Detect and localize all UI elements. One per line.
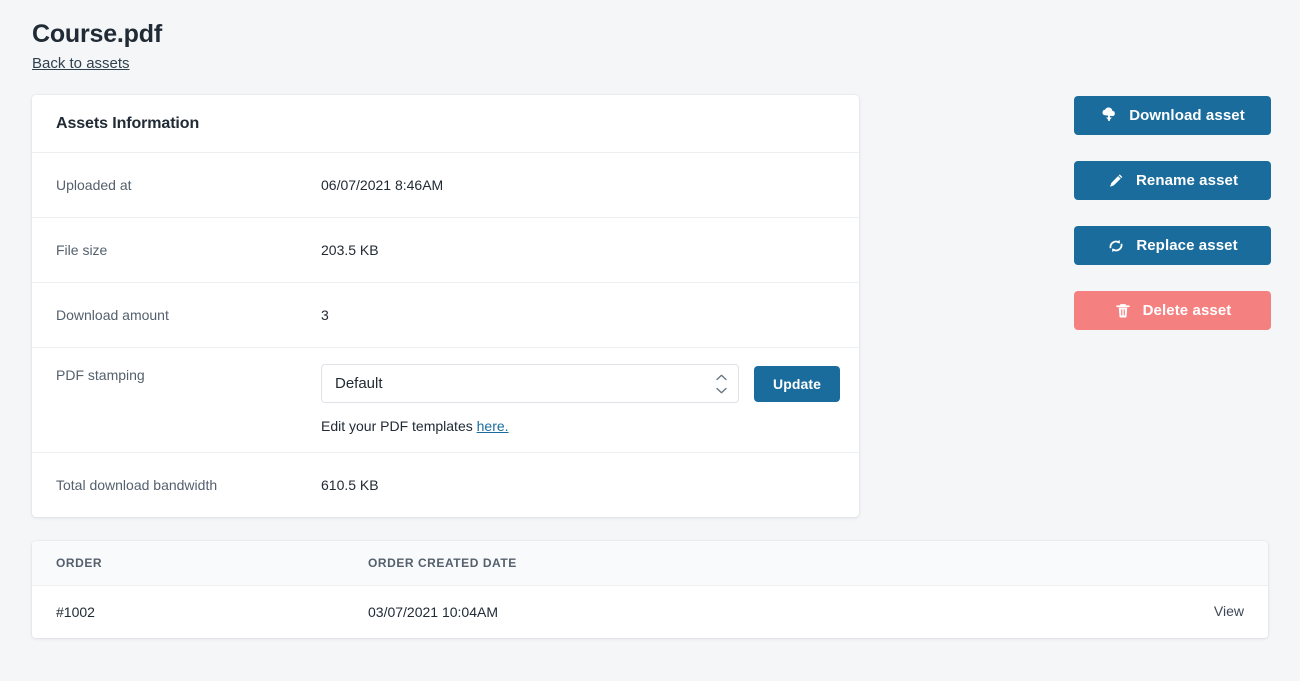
- info-row-pdf-stamping: PDF stamping Default: [32, 348, 859, 453]
- info-label: File size: [56, 239, 321, 260]
- page-title: Course.pdf: [32, 18, 1268, 50]
- column-header-order-created-date: ORDER CREATED DATE: [368, 556, 1124, 570]
- pdf-templates-link[interactable]: here.: [477, 418, 509, 434]
- pdf-template-help-text: Edit your PDF templates here.: [321, 417, 840, 435]
- rename-asset-button[interactable]: Rename asset: [1074, 161, 1271, 200]
- cell-order-created-date: 03/07/2021 10:04AM: [368, 604, 1124, 620]
- sync-icon: [1107, 237, 1125, 255]
- info-value: 3: [321, 304, 329, 325]
- button-label: Delete asset: [1143, 302, 1232, 319]
- trash-icon: [1114, 302, 1132, 320]
- pdf-stamping-controls: Default Update: [321, 364, 840, 435]
- stamping-control-row: Default Update: [321, 364, 840, 403]
- download-asset-button[interactable]: Download asset: [1074, 96, 1271, 135]
- delete-asset-button[interactable]: Delete asset: [1074, 291, 1271, 330]
- update-button[interactable]: Update: [754, 366, 840, 402]
- info-value: 610.5 KB: [321, 474, 379, 495]
- left-column: Assets Information Uploaded at 06/07/202…: [32, 95, 859, 517]
- info-label: Total download bandwidth: [56, 474, 321, 495]
- button-label: Rename asset: [1136, 172, 1238, 189]
- button-label: Download asset: [1129, 107, 1245, 124]
- info-value: 06/07/2021 8:46AM: [321, 174, 443, 195]
- info-label: Uploaded at: [56, 174, 321, 195]
- info-value: 203.5 KB: [321, 239, 379, 260]
- cell-order: #1002: [56, 604, 368, 620]
- pdf-template-select[interactable]: Default: [321, 364, 739, 403]
- table-header-row: ORDER ORDER CREATED DATE: [32, 541, 1268, 586]
- pdf-template-select-wrapper: Default: [321, 364, 739, 403]
- replace-asset-button[interactable]: Replace asset: [1074, 226, 1271, 265]
- help-text-label: Edit your PDF templates: [321, 418, 477, 434]
- cell-action: View: [1124, 603, 1244, 621]
- orders-table: ORDER ORDER CREATED DATE #1002 03/07/202…: [32, 541, 1268, 638]
- button-label: Replace asset: [1136, 237, 1237, 254]
- info-label: Download amount: [56, 304, 321, 325]
- table-row: #1002 03/07/2021 10:04AM View: [32, 586, 1268, 638]
- content-area: Assets Information Uploaded at 06/07/202…: [32, 95, 1268, 517]
- column-header-order: ORDER: [56, 556, 368, 570]
- card-title: Assets Information: [56, 115, 835, 133]
- asset-actions: Download asset Rename asset: [1074, 95, 1271, 330]
- info-row-uploaded-at: Uploaded at 06/07/2021 8:46AM: [32, 153, 859, 218]
- view-order-link[interactable]: View: [1214, 603, 1244, 619]
- back-to-assets-link[interactable]: Back to assets: [32, 54, 130, 74]
- page-header: Course.pdf Back to assets: [32, 18, 1268, 74]
- info-row-total-bandwidth: Total download bandwidth 610.5 KB: [32, 453, 859, 517]
- page-root: Course.pdf Back to assets Assets Informa…: [0, 0, 1300, 681]
- info-label: PDF stamping: [56, 364, 321, 385]
- info-row-file-size: File size 203.5 KB: [32, 218, 859, 283]
- card-header: Assets Information: [32, 95, 859, 153]
- cloud-download-icon: [1100, 107, 1118, 125]
- assets-information-card: Assets Information Uploaded at 06/07/202…: [32, 95, 859, 517]
- pencil-icon: [1107, 172, 1125, 190]
- info-row-download-amount: Download amount 3: [32, 283, 859, 348]
